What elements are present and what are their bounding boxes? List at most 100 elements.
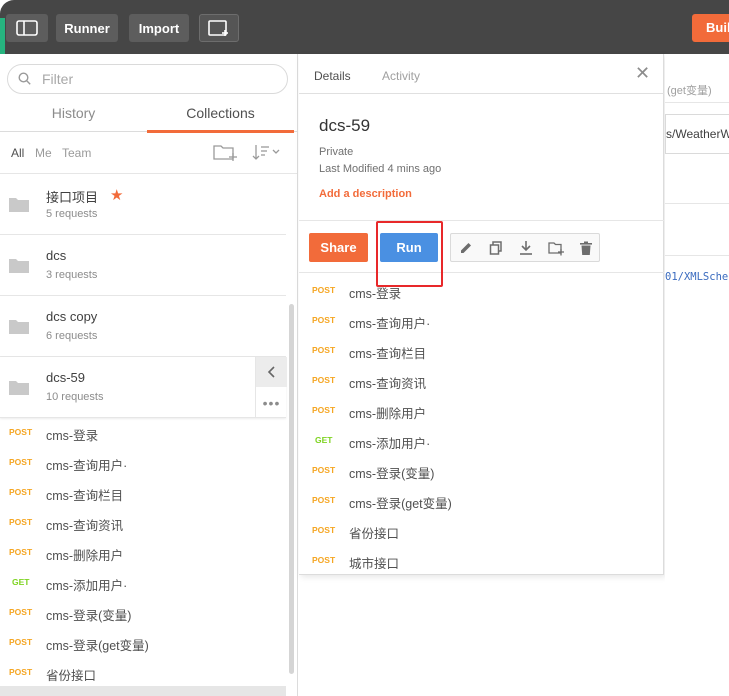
method-badge: POST <box>9 487 33 497</box>
editor-row <box>665 164 729 204</box>
new-tab-button[interactable] <box>199 14 239 42</box>
add-folder-icon[interactable] <box>548 240 564 256</box>
list-item[interactable]: POST cms-查询资讯 <box>299 365 664 395</box>
duplicate-icon[interactable] <box>488 240 504 256</box>
more-icon[interactable]: ••• <box>256 388 287 418</box>
collection-name: dcs <box>46 248 67 263</box>
method-badge: POST <box>9 607 33 617</box>
tab-activity[interactable]: Activity <box>382 69 420 83</box>
sidebar-toggle-icon <box>16 20 38 36</box>
list-item[interactable]: POST cms-登录 <box>299 275 664 305</box>
collection-filters: All Me Team <box>0 132 297 174</box>
request-editor-peek: (get变量) s/WeatherW 01/XMLSche <box>665 54 729 696</box>
url-field[interactable]: s/WeatherW <box>665 114 729 154</box>
method-badge: POST <box>312 285 336 295</box>
list-item[interactable]: POST cms-查询栏目 <box>299 335 664 365</box>
share-button[interactable]: Share <box>309 233 368 262</box>
accent-strip <box>0 18 5 54</box>
tab-details[interactable]: Details <box>314 69 351 83</box>
collection-count: 3 requests <box>46 269 98 281</box>
list-item[interactable]: POST 城市接口 <box>299 545 664 575</box>
list-item[interactable]: GET cms-添加用户· <box>299 425 664 455</box>
sidebar-toggle-button[interactable] <box>6 14 48 42</box>
method-badge: POST <box>9 667 33 677</box>
close-icon[interactable]: ✕ <box>635 63 650 84</box>
method-badge: POST <box>312 345 336 355</box>
search-box[interactable] <box>7 64 288 94</box>
list-item[interactable]: POST cms-查询用户· <box>299 305 664 335</box>
list-item[interactable]: GET cms-添加用户· <box>0 568 286 598</box>
request-name: cms-添加用户· <box>349 437 431 451</box>
request-name: cms-添加用户· <box>46 579 128 593</box>
folder-icon <box>9 381 29 395</box>
sidebar-scrollbar[interactable] <box>289 304 294 674</box>
add-description-link[interactable]: Add a description <box>319 188 412 200</box>
collection-name: dcs copy <box>46 309 98 324</box>
method-badge: POST <box>9 457 33 467</box>
star-icon[interactable]: ★ <box>110 186 123 204</box>
runner-button[interactable]: Runner <box>56 14 118 42</box>
method-badge: POST <box>312 375 336 385</box>
request-name: cms-登录(变量) <box>349 467 435 481</box>
new-folder-icon[interactable] <box>212 142 238 162</box>
chevron-left-icon <box>267 366 275 378</box>
folder-icon <box>9 198 29 212</box>
collection-title: dcs-59 <box>319 116 371 135</box>
collection-item[interactable]: 接口项目 ★ 5 requests <box>0 174 286 235</box>
method-badge: POST <box>312 555 336 565</box>
sidebar-bottom-strip <box>0 686 286 696</box>
method-badge: POST <box>312 525 336 535</box>
request-name: cms-登录(get变量) <box>349 497 452 511</box>
tab-collections[interactable]: Collections <box>147 105 294 133</box>
method-badge: POST <box>9 637 33 647</box>
filter-team[interactable]: Team <box>62 146 91 160</box>
list-item[interactable]: POST cms-登录(变量) <box>299 455 664 485</box>
collapse-button[interactable] <box>256 357 287 387</box>
list-item[interactable]: POST 省份接口 <box>0 658 286 688</box>
search-input[interactable] <box>42 70 272 88</box>
list-item[interactable]: POST 省份接口 <box>299 515 664 545</box>
details-actions: Share Run <box>299 220 664 287</box>
request-name: 城市接口 <box>349 557 400 571</box>
download-icon[interactable] <box>518 240 534 256</box>
trash-icon[interactable] <box>578 240 594 256</box>
body-code-text[interactable]: 01/XMLSche <box>665 271 729 283</box>
request-name: cms-查询资讯 <box>349 377 427 391</box>
import-button[interactable]: Import <box>129 14 189 42</box>
request-name: cms-登录 <box>349 287 402 301</box>
folder-icon <box>9 320 29 334</box>
editor-tab-text[interactable]: (get变量) <box>665 76 729 103</box>
list-item[interactable]: POST cms-删除用户 <box>299 395 664 425</box>
edit-icon[interactable] <box>458 240 474 256</box>
filter-me[interactable]: Me <box>35 146 52 160</box>
list-item[interactable]: POST cms-登录(get变量) <box>0 628 286 658</box>
builder-tab[interactable]: Builder <box>692 14 729 42</box>
request-name: cms-删除用户 <box>46 549 124 563</box>
list-item[interactable]: POST cms-登录(变量) <box>0 598 286 628</box>
request-name: cms-删除用户 <box>349 407 427 421</box>
request-name: cms-查询用户· <box>46 459 128 473</box>
tab-history[interactable]: History <box>0 105 147 132</box>
method-badge: POST <box>9 517 33 527</box>
request-name: cms-登录(变量) <box>46 609 132 623</box>
list-item[interactable]: POST cms-查询资讯 <box>0 508 286 538</box>
list-item[interactable]: POST cms-查询用户· <box>0 448 286 478</box>
list-item[interactable]: POST cms-登录 <box>0 418 286 448</box>
sidebar-tabs: History Collections <box>0 100 297 133</box>
collection-count: 10 requests <box>46 391 104 403</box>
sidebar: History Collections All Me Team 接口项目 ★ 5… <box>0 54 298 696</box>
filter-all[interactable]: All <box>11 146 24 160</box>
collection-item-selected[interactable]: dcs-59 10 requests ••• <box>0 357 287 418</box>
collection-item[interactable]: dcs copy 6 requests <box>0 296 286 357</box>
collection-item[interactable]: dcs 3 requests <box>0 235 286 296</box>
method-badge: GET <box>315 435 333 445</box>
collection-details-panel: Details Activity ✕ dcs-59 Private Last M… <box>299 54 664 575</box>
request-name: cms-查询用户· <box>349 317 431 331</box>
folder-icon <box>9 259 29 273</box>
sort-icon[interactable] <box>252 142 282 162</box>
list-item[interactable]: POST cms-查询栏目 <box>0 478 286 508</box>
collection-name: dcs-59 <box>46 370 86 385</box>
method-badge: POST <box>312 495 336 505</box>
list-item[interactable]: POST cms-删除用户 <box>0 538 286 568</box>
list-item[interactable]: POST cms-登录(get变量) <box>299 485 664 515</box>
